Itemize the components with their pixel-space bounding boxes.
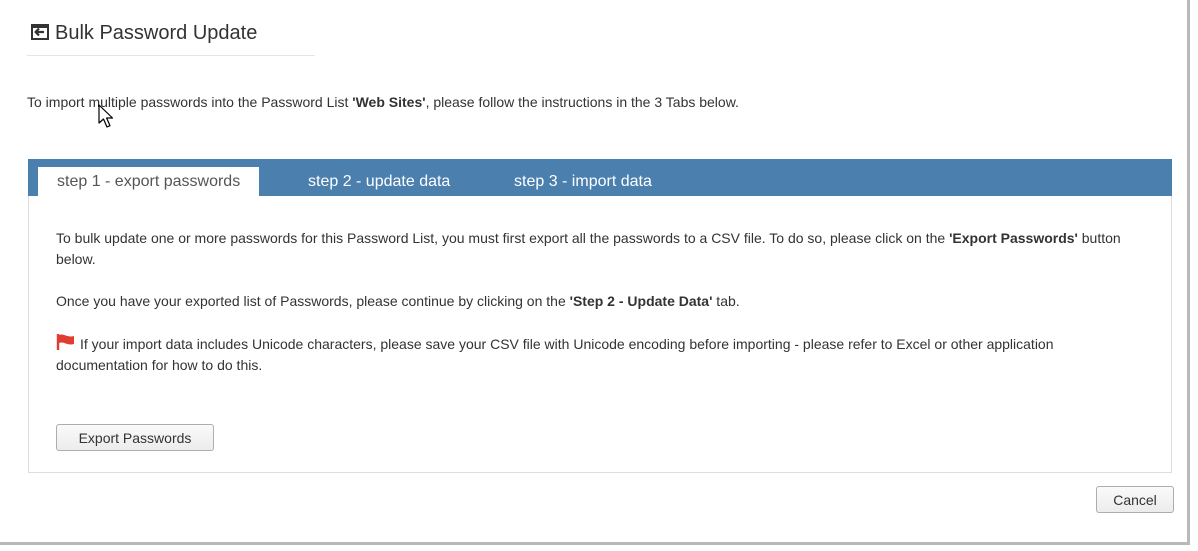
- tab-bar: step 1 - export passwords step 2 - updat…: [28, 159, 1172, 196]
- export-passwords-button[interactable]: Export Passwords: [56, 424, 214, 451]
- password-list-name: 'Web Sites': [352, 94, 426, 110]
- dialog-header: Bulk Password Update: [27, 18, 315, 56]
- page-title: Bulk Password Update: [55, 22, 258, 44]
- export-instructions: To bulk update one or more passwords for…: [56, 228, 1146, 270]
- export-passwords-ref: 'Export Passwords': [949, 230, 1078, 246]
- tab-step-3[interactable]: step 3 - import data: [514, 167, 652, 196]
- import-icon: [31, 24, 49, 40]
- tab-step-1[interactable]: step 1 - export passwords: [38, 167, 260, 196]
- intro-prefix: To import multiple passwords into the Pa…: [27, 94, 353, 110]
- tab-step-2[interactable]: step 2 - update data: [308, 167, 450, 196]
- tab-panel-step-1: To bulk update one or more passwords for…: [28, 196, 1172, 473]
- continue-instructions-text: Once you have your exported list of Pass…: [56, 293, 570, 309]
- mouse-pointer-icon: [98, 104, 114, 128]
- dialog-window: Bulk Password Update To import multiple …: [0, 0, 1190, 545]
- continue-instructions-end: tab.: [712, 293, 740, 309]
- unicode-note-text: If your import data includes Unicode cha…: [56, 336, 1054, 373]
- intro-text: To import multiple passwords into the Pa…: [27, 94, 739, 110]
- unicode-note: If your import data includes Unicode cha…: [56, 333, 1146, 376]
- flag-icon: [56, 334, 74, 350]
- continue-instructions: Once you have your exported list of Pass…: [56, 291, 1146, 312]
- intro-suffix: , please follow the instructions in the …: [425, 94, 739, 110]
- step-2-ref: 'Step 2 - Update Data': [569, 293, 713, 309]
- export-instructions-text: To bulk update one or more passwords for…: [56, 230, 950, 246]
- cancel-button[interactable]: Cancel: [1096, 486, 1174, 513]
